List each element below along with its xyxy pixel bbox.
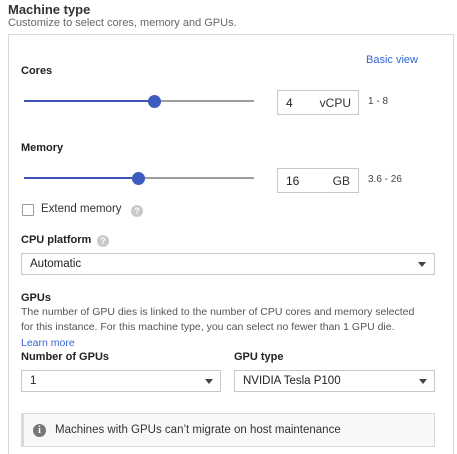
chevron-down-icon [418, 262, 426, 267]
cores-unit: vCPU [319, 96, 351, 110]
gpu-type-select[interactable]: NVIDIA Tesla P100 [234, 370, 435, 392]
gpus-heading: GPUs [21, 292, 51, 304]
help-icon[interactable]: ? [131, 205, 143, 217]
section-subtitle: Customize to select cores, memory and GP… [8, 17, 237, 29]
memory-slider[interactable] [24, 172, 254, 185]
gpu-count-label: Number of GPUs [21, 351, 110, 363]
info-icon: i [33, 424, 46, 437]
cores-value: 4 [286, 96, 293, 110]
help-icon[interactable]: ? [97, 235, 109, 247]
gpu-count-value: 1 [30, 375, 37, 387]
cpu-platform-select[interactable]: Automatic [21, 253, 435, 275]
gpu-maintenance-notice: i Machines with GPUs can’t migrate on ho… [21, 413, 435, 447]
gpus-description-line2: for this instance. For this machine type… [21, 321, 395, 333]
memory-slider-fill [24, 177, 139, 179]
cores-label: Cores [21, 65, 53, 77]
section-title: Machine type [8, 2, 91, 17]
extend-memory-checkbox[interactable] [22, 204, 34, 216]
cores-input[interactable]: 4 vCPU [277, 90, 359, 115]
gpu-type-label: GPU type [234, 351, 284, 363]
cpu-platform-value: Automatic [30, 258, 82, 270]
extend-memory-label[interactable]: Extend memory [41, 203, 122, 215]
cores-slider-fill [24, 100, 155, 102]
memory-slider-thumb[interactable] [132, 172, 145, 185]
basic-view-link[interactable]: Basic view [366, 54, 418, 66]
memory-label: Memory [21, 142, 64, 154]
cores-slider-thumb[interactable] [148, 95, 161, 108]
learn-more-link[interactable]: Learn more [21, 337, 75, 349]
cpu-platform-label: CPU platform [21, 234, 92, 246]
memory-unit: GB [332, 174, 350, 188]
gpus-description-line1: The number of GPU dies is linked to the … [21, 306, 415, 318]
cores-slider[interactable] [24, 95, 254, 108]
gpu-type-value: NVIDIA Tesla P100 [243, 375, 341, 387]
gpu-count-select[interactable]: 1 [21, 370, 221, 392]
cores-range: 1 - 8 [368, 96, 389, 107]
memory-input[interactable]: 16 GB [277, 168, 359, 193]
memory-range: 3.6 - 26 [368, 174, 402, 185]
notice-text: Machines with GPUs can’t migrate on host… [55, 424, 341, 436]
chevron-down-icon [419, 379, 427, 384]
chevron-down-icon [205, 379, 213, 384]
memory-value: 16 [286, 174, 300, 188]
